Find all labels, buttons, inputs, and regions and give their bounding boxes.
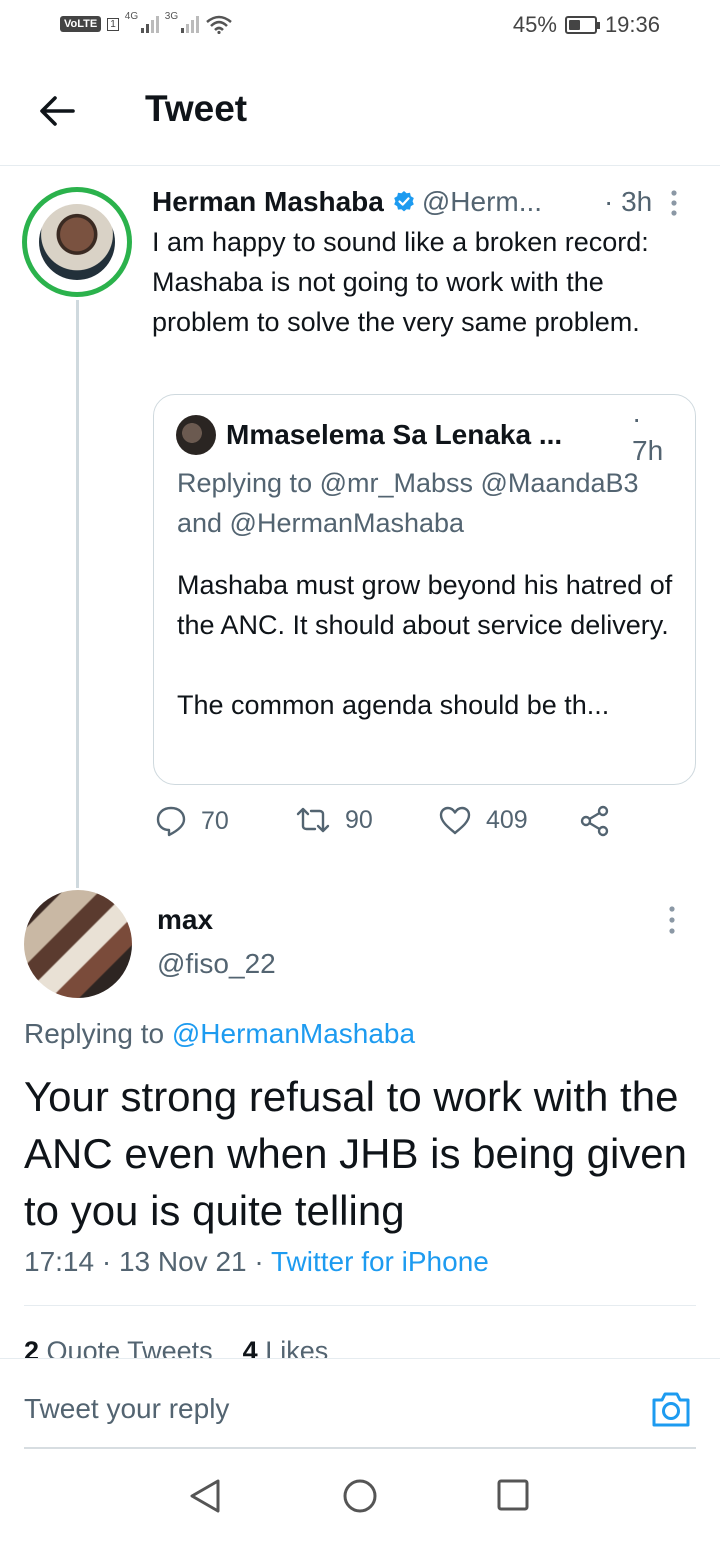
reply-more-options-button[interactable] — [668, 906, 676, 939]
reply-input[interactable]: Tweet your reply — [24, 1393, 229, 1425]
nav-back-button[interactable] — [188, 1478, 222, 1519]
divider — [24, 1305, 696, 1306]
system-nav-bar — [0, 1450, 720, 1541]
likes-label: Likes — [265, 1336, 329, 1358]
quoted-author-name: Mmaselema Sa Lenaka ... — [226, 419, 563, 450]
quoted-tweet-time: · 7h — [632, 403, 664, 466]
reply-author-avatar[interactable] — [24, 890, 132, 998]
replying-to-label: Replying to — [24, 1018, 165, 1049]
camera-icon — [652, 1392, 690, 1427]
more-vertical-icon — [669, 906, 675, 934]
signal-4g-icon: 4G — [125, 11, 159, 33]
back-button[interactable] — [32, 86, 82, 136]
tweet-header: Herman Mashaba @Herm... · 3h — [152, 184, 692, 220]
tweet-meta: 17:14 · 13 Nov 21 · Twitter for iPhone — [24, 1246, 489, 1278]
page-title: Tweet — [145, 88, 248, 129]
tweet-stats: 2 Quote Tweets 4 Likes — [24, 1336, 696, 1358]
status-bar: VoLTE 1 4G 3G 45% 19:36 — [0, 0, 720, 56]
battery-time: 45% 19:36 — [513, 12, 660, 38]
net1-label: 4G — [124, 11, 139, 22]
reply-composer: Tweet your reply — [0, 1358, 720, 1449]
more-vertical-icon — [671, 190, 677, 216]
signal-3g-icon: 3G — [165, 11, 199, 33]
verified-badge-icon — [392, 190, 416, 214]
square-recents-icon — [497, 1479, 529, 1511]
reply-author-handle[interactable]: @fiso_22 — [157, 948, 276, 980]
replying-to-link[interactable]: @HermanMashaba — [172, 1018, 415, 1049]
quoted-tweet[interactable]: Mmaselema Sa Lenaka ... · 7h Replying to… — [153, 394, 696, 785]
nav-home-button[interactable] — [342, 1478, 378, 1519]
likes-count: 4 — [242, 1336, 258, 1358]
heart-icon — [439, 806, 471, 835]
quote-tweets-label: Quote Tweets — [46, 1336, 213, 1358]
tweet-timestamp: 17:14 · 13 Nov 21 · — [24, 1246, 271, 1277]
tweet-actions: 70 90 409 — [155, 805, 635, 847]
author-name[interactable]: Herman Mashaba — [152, 186, 384, 218]
circle-home-icon — [343, 1479, 377, 1513]
replying-to: Replying to @HermanMashaba — [24, 1018, 415, 1050]
share-icon — [580, 805, 609, 837]
arrow-left-icon — [40, 96, 75, 126]
author-handle[interactable]: @Herm... — [422, 186, 542, 218]
share-button[interactable] — [579, 805, 611, 837]
like-button[interactable]: 409 — [438, 805, 528, 835]
reply-tweet-text: Your strong refusal to work with the ANC… — [24, 1073, 688, 1234]
quote-tweets-stat[interactable]: 2 Quote Tweets — [24, 1336, 213, 1358]
battery-percent: 45% — [512, 12, 557, 37]
quote-tweets-count: 2 — [24, 1336, 40, 1358]
retweet-count: 90 — [345, 805, 373, 834]
battery-icon — [564, 16, 600, 34]
reply-input-underline — [24, 1447, 696, 1449]
triangle-back-icon — [190, 1479, 220, 1513]
reply-icon — [156, 806, 186, 837]
reply-author-name[interactable]: max — [157, 904, 213, 936]
quoted-author-avatar — [176, 415, 216, 455]
retweet-button[interactable]: 90 — [295, 805, 373, 835]
tweet-source-link[interactable]: Twitter for iPhone — [271, 1246, 489, 1277]
quoted-tweet-header: Mmaselema Sa Lenaka ... · 7h — [176, 403, 676, 466]
net2-label: 3G — [164, 11, 179, 22]
quoted-tweet-text: Mashaba must grow beyond his hatred of t… — [177, 570, 673, 720]
more-options-button[interactable] — [670, 190, 678, 223]
reply-count: 70 — [201, 806, 229, 835]
nav-recents-button[interactable] — [496, 1478, 530, 1517]
volte-badge: VoLTE — [60, 16, 102, 32]
likes-stat[interactable]: 4 Likes — [243, 1336, 329, 1358]
camera-button[interactable] — [650, 1389, 692, 1434]
avatar-ring-text: I AM VOTING ACTIONSA — [36, 196, 119, 227]
tweet-time: · 3h — [604, 186, 653, 217]
tweet-text: I am happy to sound like a broken record… — [152, 227, 649, 337]
retweet-icon — [296, 807, 330, 833]
top-app-bar: Tweet — [0, 56, 720, 166]
thread-line — [76, 300, 79, 888]
sim-number: 1 — [107, 17, 119, 31]
reply-button[interactable]: 70 — [155, 805, 229, 837]
quoted-replying-to: Replying to @mr_Mabss @MaandaB3 and @Her… — [177, 468, 639, 538]
author-avatar[interactable]: I AM VOTING ACTIONSA — [22, 187, 132, 297]
like-count: 409 — [486, 805, 528, 834]
svg-text:I AM VOTING ACTIONSA: I AM VOTING ACTIONSA — [36, 196, 119, 227]
network-indicators: VoLTE 1 4G 3G — [60, 11, 233, 34]
wifi-icon — [205, 15, 232, 34]
clock: 19:36 — [604, 12, 660, 37]
